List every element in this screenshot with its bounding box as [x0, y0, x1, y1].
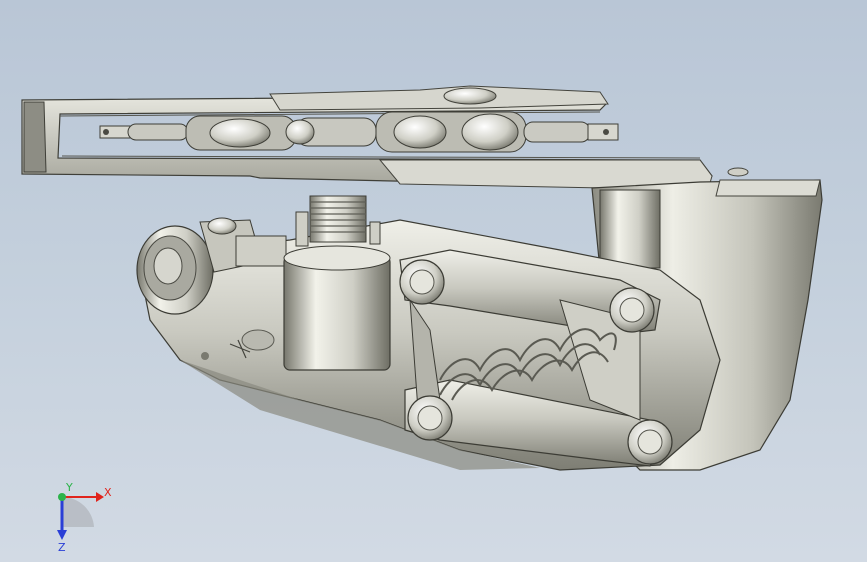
- z-axis-label: Z: [58, 541, 66, 554]
- x-axis-arrow-icon: [96, 492, 104, 502]
- cad-model-render[interactable]: X Y Z: [0, 0, 867, 562]
- y-axis-dot-icon: [58, 493, 66, 501]
- chain-cage-assembly[interactable]: [21, 85, 713, 191]
- chain: [99, 111, 619, 153]
- orientation-triad[interactable]: X Y Z: [57, 481, 112, 554]
- graphics-viewport[interactable]: X Y Z: [0, 0, 867, 562]
- y-axis-label: Y: [65, 481, 73, 494]
- x-axis-label: X: [104, 486, 112, 499]
- z-axis-arrow-icon: [57, 530, 67, 540]
- main-cylinder: [283, 245, 391, 371]
- derailleur-body[interactable]: [136, 167, 823, 471]
